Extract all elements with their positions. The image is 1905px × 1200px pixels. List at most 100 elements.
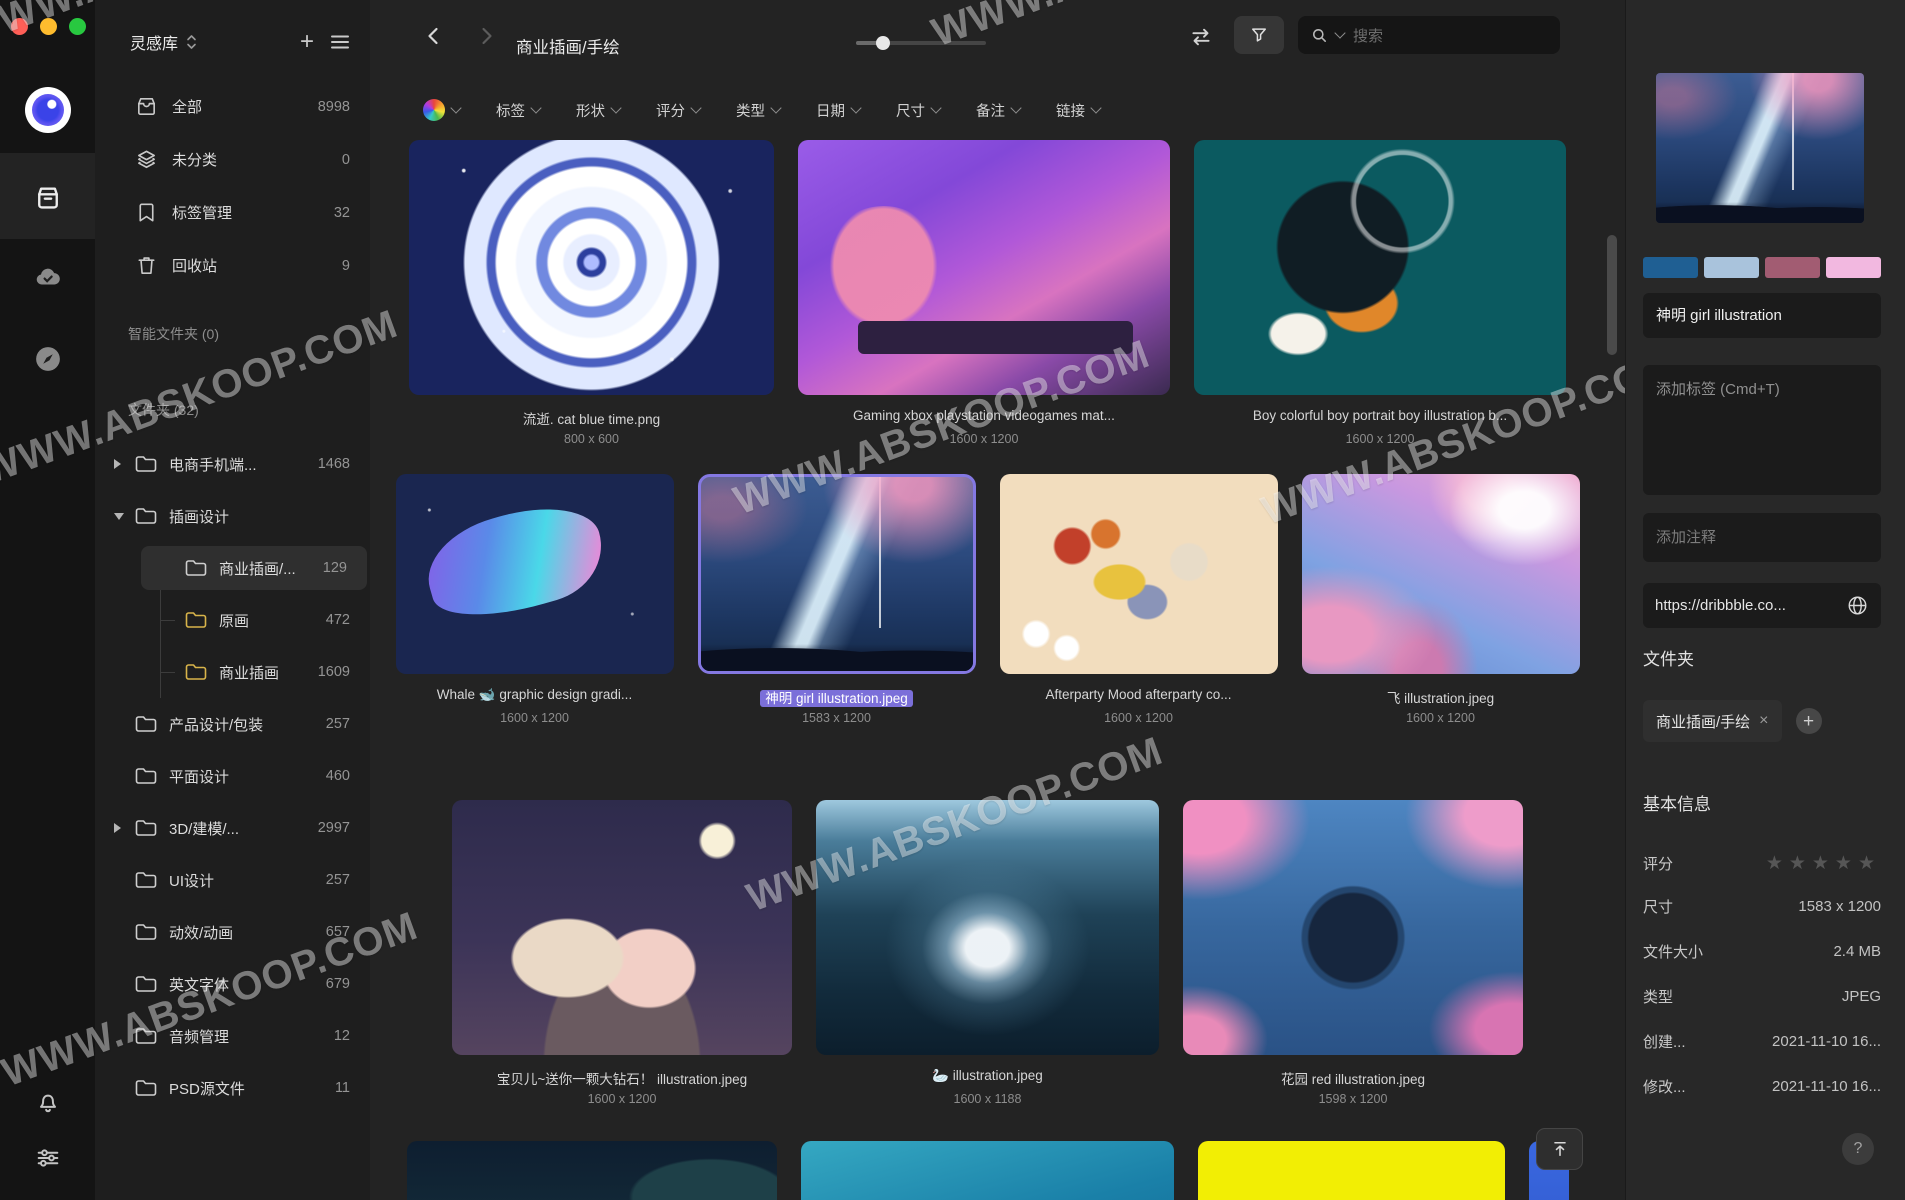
- image-thumbnail[interactable]: [1198, 1141, 1505, 1200]
- image-filename: 宝贝儿~送你一颗大钻石！ illustration.jpeg: [452, 1068, 792, 1090]
- folder-tree-item[interactable]: 3D/建模/...2997: [95, 802, 370, 854]
- image-thumbnail[interactable]: [798, 140, 1170, 395]
- info-row: 创建...2021-11-10 16...: [1643, 1028, 1881, 1054]
- expand-arrow-icon[interactable]: [114, 823, 121, 833]
- filter-type[interactable]: 类型: [736, 100, 780, 121]
- search-box[interactable]: 搜索: [1298, 16, 1560, 54]
- image-thumbnail[interactable]: [396, 474, 674, 674]
- collapse-arrow-icon[interactable]: [114, 513, 124, 520]
- link-input[interactable]: https://dribbble.co...: [1643, 583, 1881, 628]
- library-tab[interactable]: [0, 183, 95, 213]
- grid-item: 🦢 illustration.jpeg1600 x 1188: [816, 800, 1159, 1112]
- discover-tab[interactable]: [0, 344, 95, 374]
- globe-icon[interactable]: [1846, 594, 1869, 617]
- sidebar-item-uncategorized[interactable]: 未分类0: [95, 133, 370, 186]
- add-folder-button-top[interactable]: +: [300, 32, 314, 52]
- folder-icon: [135, 715, 157, 733]
- smart-folders-header[interactable]: 智能文件夹 (0): [95, 324, 370, 344]
- sidebar-item-count: 0: [342, 152, 350, 168]
- sidebar-item-trash[interactable]: 回收站9: [95, 239, 370, 292]
- image-thumbnail[interactable]: [407, 1141, 777, 1200]
- image-thumbnail[interactable]: [452, 800, 792, 1055]
- back-button[interactable]: [422, 24, 446, 48]
- library-switcher[interactable]: 灵感库 +: [95, 0, 370, 54]
- filter-button[interactable]: [1234, 16, 1284, 54]
- sort-order-button[interactable]: [1188, 24, 1214, 50]
- filter-size[interactable]: 尺寸: [896, 100, 940, 121]
- filter-color[interactable]: [423, 99, 460, 121]
- filter-label: 标签: [496, 100, 525, 121]
- notifications-button[interactable]: [0, 1087, 95, 1115]
- image-thumbnail[interactable]: [1183, 800, 1523, 1055]
- filter-label: 链接: [1056, 100, 1085, 121]
- folder-tree-item[interactable]: 英文字体679: [95, 958, 370, 1010]
- note-input[interactable]: 添加注释: [1643, 513, 1881, 562]
- cloud-sync-tab[interactable]: [0, 262, 95, 292]
- folder-tree-item[interactable]: 原画472: [161, 594, 370, 646]
- palette-swatch[interactable]: [1704, 257, 1759, 278]
- link-url: https://dribbble.co...: [1655, 597, 1846, 614]
- tags-input[interactable]: 添加标签 (Cmd+T): [1643, 365, 1881, 495]
- filter-tags[interactable]: 标签: [496, 100, 540, 121]
- sidebar-menu-icon[interactable]: [330, 34, 350, 50]
- sidebar-item-label: 全部: [172, 96, 202, 117]
- image-thumbnail[interactable]: [1302, 474, 1580, 674]
- image-thumbnail[interactable]: [816, 800, 1159, 1055]
- folder-tree-item[interactable]: 动效/动画657: [95, 906, 370, 958]
- help-button[interactable]: ?: [1842, 1133, 1874, 1165]
- folder-tree-item[interactable]: 电商手机端...1468: [95, 438, 370, 490]
- filter-rating[interactable]: 评分: [656, 100, 700, 121]
- sidebar-item-tags[interactable]: 标签管理32: [95, 186, 370, 239]
- filter-date[interactable]: 日期: [816, 100, 860, 121]
- info-label: 文件大小: [1643, 941, 1703, 962]
- palette-swatch[interactable]: [1826, 257, 1881, 278]
- folders-header[interactable]: 文件夹 (32): [95, 400, 370, 420]
- filter-shape[interactable]: 形状: [576, 100, 620, 121]
- chevron-down-icon[interactable]: [1334, 27, 1345, 38]
- image-title-input[interactable]: 神明 girl illustration: [1643, 293, 1881, 338]
- image-thumbnail[interactable]: [801, 1141, 1174, 1200]
- sidebar-item-all[interactable]: 全部8998: [95, 80, 370, 133]
- thumbnail-size-slider[interactable]: [856, 41, 986, 45]
- zoom-window-button[interactable]: [69, 18, 86, 35]
- close-window-button[interactable]: [11, 18, 28, 35]
- folder-tree-item[interactable]: UI设计257: [95, 854, 370, 906]
- image-thumbnail[interactable]: [1194, 140, 1566, 395]
- folder-tree-item[interactable]: 商业插画/...129: [141, 546, 367, 590]
- palette-swatch[interactable]: [1643, 257, 1698, 278]
- scrollbar-thumb[interactable]: [1607, 235, 1617, 355]
- forward-button[interactable]: [474, 24, 498, 48]
- expand-arrow-icon[interactable]: [114, 459, 121, 469]
- slider-knob[interactable]: [876, 36, 890, 50]
- chevron-down-icon: [1010, 102, 1021, 113]
- folder-tree-item[interactable]: PSD源文件11: [95, 1062, 370, 1114]
- library-icon: [33, 183, 63, 213]
- filename-text: 花园 red illustration.jpeg: [1281, 1072, 1425, 1087]
- scroll-to-top-button[interactable]: [1536, 1128, 1583, 1170]
- image-filename: Gaming xbox playstation videogames mat..…: [798, 408, 1170, 430]
- selected-image-preview[interactable]: [1656, 73, 1864, 223]
- info-label: 评分: [1643, 853, 1673, 874]
- folder-tree-item[interactable]: 平面设计460: [95, 750, 370, 802]
- folder-tree-item[interactable]: 插画设计: [95, 490, 370, 542]
- app-logo[interactable]: [25, 87, 71, 133]
- palette-swatch[interactable]: [1765, 257, 1820, 278]
- image-thumbnail[interactable]: [409, 140, 774, 395]
- preferences-button[interactable]: [0, 1144, 95, 1172]
- folder-chip[interactable]: 商业插画/手绘 ×: [1643, 700, 1782, 742]
- image-thumbnail[interactable]: [698, 474, 976, 674]
- folder-label: 电商手机端...: [169, 454, 257, 475]
- filter-note[interactable]: 备注: [976, 100, 1020, 121]
- image-thumbnail[interactable]: [1000, 474, 1278, 674]
- rating-stars[interactable]: ★★★★★: [1766, 852, 1881, 875]
- filename-text: Whale 🐋 graphic design gradi...: [437, 687, 632, 702]
- remove-folder-icon[interactable]: ×: [1759, 712, 1768, 730]
- add-to-folder-button[interactable]: +: [1796, 708, 1822, 734]
- folder-tree-item[interactable]: 音频管理12: [95, 1010, 370, 1062]
- filter-link[interactable]: 链接: [1056, 100, 1100, 121]
- folder-chip-label: 商业插画/手绘: [1656, 711, 1750, 732]
- folder-tree-item[interactable]: 产品设计/包装257: [95, 698, 370, 750]
- folder-tree-item[interactable]: 商业插画1609: [161, 646, 370, 698]
- minimize-window-button[interactable]: [40, 18, 57, 35]
- folder-icon: [135, 507, 157, 525]
